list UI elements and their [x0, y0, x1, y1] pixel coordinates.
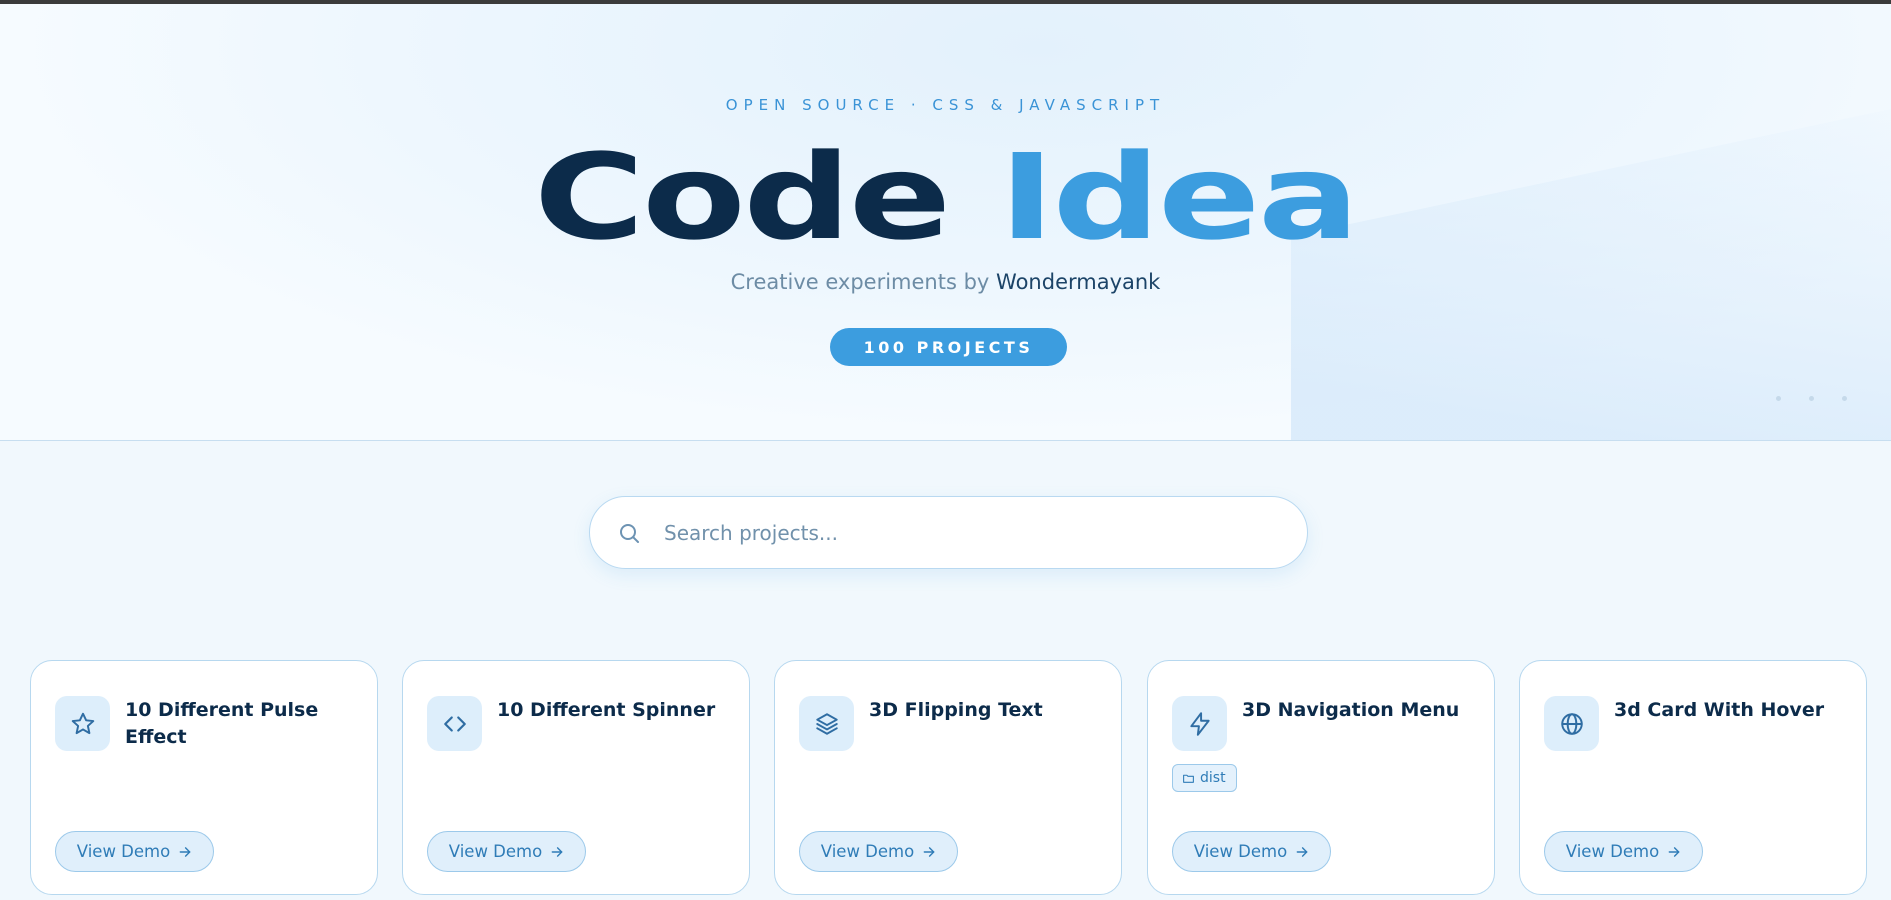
title-idea: Idea — [998, 128, 1360, 266]
project-card[interactable]: 3d Card With Hover View Demo — [1519, 660, 1867, 895]
hero-eyebrow: OPEN SOURCE · CSS & JAVASCRIPT — [725, 96, 1166, 114]
view-demo-label: View Demo — [1193, 842, 1288, 861]
globe-icon — [1544, 696, 1599, 751]
project-title: 3D Flipping Text — [869, 699, 1043, 721]
view-demo-button[interactable]: View Demo — [799, 831, 958, 872]
project-card[interactable]: 3D Navigation Menu dist View Demo — [1147, 660, 1495, 895]
project-title: 3d Card With Hover — [1614, 699, 1825, 721]
view-demo-button[interactable]: View Demo — [1172, 831, 1331, 872]
project-grid: 10 Different Pulse Effect View Demo 10 D… — [30, 660, 1868, 895]
lightning-icon — [1172, 696, 1227, 751]
hero-subtitle: Creative experiments by Wondermayank — [0, 270, 1891, 294]
view-demo-label: View Demo — [448, 842, 543, 861]
project-count-badge: 100 PROJECTS — [830, 328, 1067, 366]
dot — [1842, 396, 1847, 401]
tag-label: dist — [1200, 770, 1226, 786]
view-demo-label: View Demo — [820, 842, 915, 861]
arrow-right-icon — [1296, 846, 1308, 857]
page-title: Code Idea — [0, 132, 1891, 262]
subtitle-prefix: Creative experiments by — [730, 270, 990, 294]
project-card[interactable]: 10 Different Pulse Effect View Demo — [30, 660, 378, 895]
dot — [1776, 396, 1781, 401]
title-code: Code — [533, 128, 952, 266]
star-icon — [55, 696, 110, 751]
arrow-right-icon — [1668, 846, 1680, 857]
folder-tag[interactable]: dist — [1172, 764, 1237, 792]
arrow-right-icon — [551, 846, 563, 857]
project-card[interactable]: 10 Different Spinner View Demo — [402, 660, 750, 895]
search-icon — [620, 524, 639, 543]
view-demo-label: View Demo — [1565, 842, 1660, 861]
search-bar[interactable] — [589, 496, 1308, 569]
arrow-right-icon — [923, 846, 935, 857]
view-demo-button[interactable]: View Demo — [427, 831, 586, 872]
folder-icon — [1183, 774, 1194, 783]
view-demo-button[interactable]: View Demo — [1544, 831, 1703, 872]
view-demo-button[interactable]: View Demo — [55, 831, 214, 872]
project-card[interactable]: 3D Flipping Text View Demo — [774, 660, 1122, 895]
decorative-dots — [1776, 396, 1847, 401]
project-title: 10 Different Pulse Effect — [125, 699, 319, 748]
author-name: Wondermayank — [996, 270, 1161, 294]
arrow-right-icon — [179, 846, 191, 857]
search-input[interactable] — [664, 511, 1264, 555]
project-title: 10 Different Spinner — [497, 699, 716, 721]
view-demo-label: View Demo — [76, 842, 171, 861]
hero-section: OPEN SOURCE · CSS & JAVASCRIPT Code Idea… — [0, 4, 1891, 441]
layers-icon — [799, 696, 854, 751]
dot — [1809, 396, 1814, 401]
project-title: 3D Navigation Menu — [1242, 699, 1460, 721]
code-icon — [427, 696, 482, 751]
